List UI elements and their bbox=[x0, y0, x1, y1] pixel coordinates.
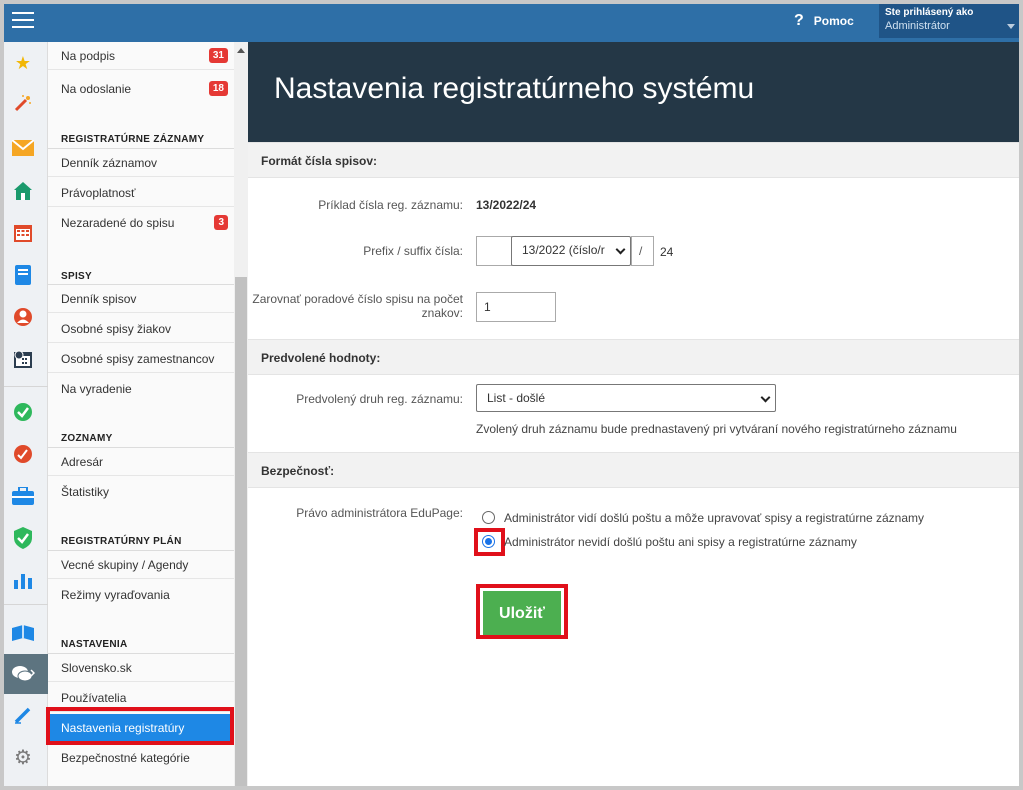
person-icon[interactable] bbox=[10, 304, 36, 330]
chat-icon[interactable] bbox=[10, 661, 36, 687]
pen-icon[interactable] bbox=[10, 702, 36, 728]
admin-right-label: Právo administrátora EduPage: bbox=[296, 506, 463, 520]
count-badge: 18 bbox=[208, 81, 228, 96]
menu-item-nastavenia-registratury[interactable]: Nastavenia registratúry bbox=[48, 714, 234, 742]
section-header-plan: REGISTRATÚRNY PLÁN bbox=[61, 536, 182, 547]
default-type-select[interactable]: List - došlé bbox=[476, 384, 776, 412]
user-role: Administrátor bbox=[885, 20, 950, 32]
section-defaults: Predvolené hodnoty: bbox=[248, 339, 1019, 375]
gear-icon[interactable]: ⚙ bbox=[10, 744, 36, 770]
menu-item-na-odoslanie[interactable]: Na odoslanie 18 bbox=[48, 75, 234, 103]
check-icon[interactable] bbox=[10, 399, 36, 425]
menu-item-dennik-spisov[interactable]: Denník spisov bbox=[48, 285, 234, 313]
menu-item-osobne-spisy-ziakov[interactable]: Osobné spisy žiakov bbox=[48, 315, 234, 343]
shield-check-icon[interactable] bbox=[10, 525, 36, 551]
prefix-format-select[interactable]: 13/2022 (číslo/r bbox=[511, 236, 631, 266]
chevron-down-icon bbox=[760, 392, 771, 403]
mail-icon[interactable] bbox=[10, 135, 36, 161]
example-value: 13/2022/24 bbox=[476, 198, 537, 212]
home-icon[interactable] bbox=[10, 178, 36, 204]
scroll-up-icon[interactable] bbox=[237, 48, 245, 53]
menu-item-slovensko-sk[interactable]: Slovensko.sk bbox=[48, 654, 234, 682]
menu-item-na-vyradenie[interactable]: Na vyradenie bbox=[48, 375, 234, 403]
top-bar: ? Pomoc Ste prihlásený ako Administrátor bbox=[4, 4, 1019, 42]
section-security: Bezpečnosť: bbox=[248, 452, 1019, 488]
menu-item-rezimy-vyradovania[interactable]: Režimy vyraďovania bbox=[48, 581, 234, 609]
example-label: Príklad čísla reg. záznamu: bbox=[318, 198, 463, 212]
count-badge: 3 bbox=[214, 215, 228, 230]
radio-admin-not-sees[interactable] bbox=[482, 535, 495, 548]
chevron-down-icon bbox=[615, 244, 626, 255]
open-book-icon[interactable] bbox=[10, 620, 36, 646]
page-banner: Nastavenia registratúrneho systému bbox=[248, 42, 1019, 142]
registry-submenu: Na podpis 31 Na odoslanie 18 REGISTRATÚRNE… bbox=[48, 42, 234, 786]
bar-chart-icon[interactable] bbox=[10, 567, 36, 593]
menu-item-vecne-skupiny[interactable]: Vecné skupiny / Agendy bbox=[48, 551, 234, 579]
question-icon: ? bbox=[794, 12, 804, 29]
menu-item-pravoplatnost[interactable]: Právoplatnosť bbox=[48, 179, 234, 207]
section-format: Formát čísla spisov: bbox=[248, 142, 1019, 178]
magic-wand-icon[interactable] bbox=[10, 90, 36, 116]
pad-label: Zarovnať poradové číslo spisu na počet z… bbox=[252, 292, 463, 320]
briefcase-icon[interactable] bbox=[10, 483, 36, 509]
calendar-icon[interactable] bbox=[10, 220, 36, 246]
help-button[interactable]: ? Pomoc bbox=[794, 12, 854, 30]
radio-admin-sees-label[interactable]: Administrátor vidí došlú poštu a môže up… bbox=[504, 511, 924, 525]
menu-item-na-podpis[interactable]: Na podpis 31 bbox=[48, 42, 234, 70]
section-header-spisy: SPISY bbox=[61, 271, 92, 282]
schedule-icon[interactable] bbox=[10, 346, 36, 372]
help-label: Pomoc bbox=[813, 14, 854, 28]
prefix-label: Prefix / suffix čísla: bbox=[363, 244, 463, 258]
menu-item-adresar[interactable]: Adresár bbox=[48, 448, 234, 476]
radio-admin-not-sees-label[interactable]: Administrátor nevidí došlú poštu ani spi… bbox=[504, 535, 857, 549]
radio-admin-sees[interactable] bbox=[482, 511, 495, 524]
submenu-scrollbar[interactable] bbox=[234, 42, 248, 786]
star-icon[interactable]: ★ bbox=[10, 50, 36, 76]
menu-icon[interactable] bbox=[12, 12, 34, 32]
pad-input[interactable]: 1 bbox=[476, 292, 556, 322]
section-header-zoznamy: ZOZNAMY bbox=[61, 433, 113, 444]
count-badge: 31 bbox=[208, 48, 228, 63]
scrollbar-thumb[interactable] bbox=[235, 277, 247, 786]
menu-item-bezpecnostne-kategorie[interactable]: Bezpečnostné kategórie bbox=[48, 744, 234, 772]
app-window: ? Pomoc Ste prihlásený ako Administrátor… bbox=[0, 0, 1023, 790]
caret-down-icon bbox=[1007, 24, 1015, 29]
menu-item-nezaradene[interactable]: Nezaradené do spisu 3 bbox=[48, 209, 234, 237]
prefix-input[interactable] bbox=[476, 236, 512, 266]
section-header-nastavenia: NASTAVENIA bbox=[61, 639, 128, 650]
default-type-label: Predvolený druh reg. záznamu: bbox=[296, 392, 463, 406]
default-type-note: Zvolený druh záznamu bude prednastavený … bbox=[476, 422, 957, 436]
separator-input[interactable]: / bbox=[631, 236, 654, 266]
menu-item-dennik-zaznamov[interactable]: Denník záznamov bbox=[48, 149, 234, 177]
menu-item-pouzivatelia[interactable]: Používatelia bbox=[48, 684, 234, 712]
section-header-zaznamy: REGISTRATÚRNE ZÁZNAMY bbox=[61, 134, 205, 145]
grade-icon[interactable] bbox=[10, 441, 36, 467]
page-title: Nastavenia registratúrneho systému bbox=[274, 72, 755, 105]
suffix-value: 24 bbox=[660, 245, 674, 259]
user-menu[interactable]: Ste prihlásený ako Administrátor bbox=[879, 4, 1019, 38]
icon-rail: ★ ⚙ bbox=[4, 42, 48, 786]
notebook-icon[interactable] bbox=[10, 262, 36, 288]
user-caption: Ste prihlásený ako bbox=[885, 7, 974, 18]
menu-item-statistiky[interactable]: Štatistiky bbox=[48, 478, 234, 506]
save-button[interactable]: Uložiť bbox=[483, 591, 561, 637]
menu-item-osobne-spisy-zamestnancov[interactable]: Osobné spisy zamestnancov bbox=[48, 345, 234, 373]
main-content: Nastavenia registratúrneho systému Formá… bbox=[248, 42, 1019, 786]
